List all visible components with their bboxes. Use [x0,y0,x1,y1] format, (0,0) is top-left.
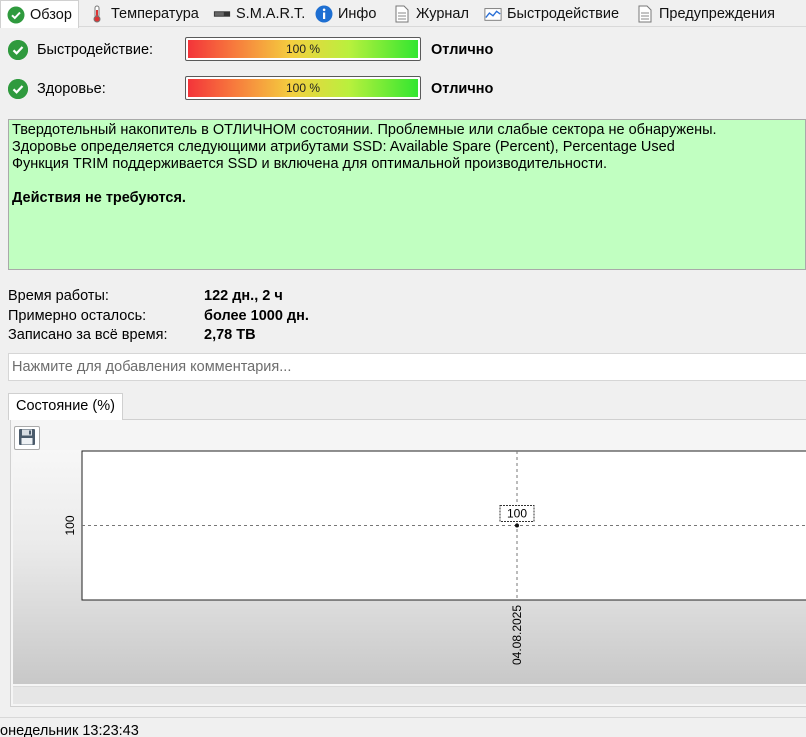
tab-strip: Обзор Температура S.M.A.R.T. Инфо Журнал [0,0,806,28]
document-icon [393,5,411,23]
chart-area: 100 04.08.2025 100 [13,450,806,684]
remaining-value: более 1000 дн. [204,308,309,324]
status-line: Твердотельный накопитель в ОТЛИЧНОМ сост… [12,122,717,138]
health-percent: 100 % [285,81,321,95]
status-message-box: Твердотельный накопитель в ОТЛИЧНОМ сост… [8,119,806,270]
drive-icon [213,5,231,23]
tab-health-chart[interactable]: Состояние (%) [8,393,123,420]
save-button[interactable] [14,426,40,450]
tab-label: Быстродействие [507,6,620,22]
tab-label: S.M.A.R.T. [236,6,306,22]
performance-status: Отлично [431,42,494,58]
data-point [515,523,519,528]
uptime-label: Время работы: [8,288,109,304]
tab-performance[interactable]: Быстродействие [478,1,625,27]
chart-icon [484,5,502,23]
health-label: Здоровье: [37,81,106,97]
tab-temperature[interactable]: Температура [82,1,205,27]
tab-overview[interactable]: Обзор [0,0,79,28]
tab-info[interactable]: Инфо [309,1,382,27]
performance-bar: 100 % [185,37,421,61]
status-action: Действия не требуются. [12,190,186,206]
tab-label: Журнал [416,6,469,22]
performance-label: Быстродействие: [37,42,154,58]
status-bar: онедельник 13:23:43 [0,717,806,737]
performance-percent: 100 % [285,42,321,56]
y-tick-label: 100 [63,515,77,535]
tab-label: Предупреждения [659,6,775,22]
tab-warnings[interactable]: Предупреждения [630,1,781,27]
x-tick-label: 04.08.2025 [510,605,524,665]
health-chart: 100 04.08.2025 100 [63,450,806,665]
tab-label: Обзор [30,6,72,23]
tab-label: Температура [111,6,199,22]
health-bar: 100 % [185,76,421,100]
document-icon [636,5,654,23]
app-window: Обзор Температура S.M.A.R.T. Инфо Журнал [0,0,806,737]
check-icon [8,79,28,99]
check-icon [8,40,28,60]
written-value: 2,78 TB [204,327,256,343]
tab-smart[interactable]: S.M.A.R.T. [207,1,311,27]
health-status: Отлично [431,81,494,97]
written-label: Записано за всё время: [8,327,168,343]
comment-input[interactable]: Нажмите для добавления комментария... [8,353,806,381]
status-time: онедельник 13:23:43 [0,723,139,737]
tab-journal[interactable]: Журнал [387,1,475,27]
thermometer-icon [88,5,106,23]
check-icon [7,6,25,24]
remaining-label: Примерно осталось: [8,308,147,324]
tab-label: Инфо [338,6,377,22]
chart-panel: 100 04.08.2025 100 [10,419,806,707]
uptime-value: 122 дн., 2 ч [204,288,283,304]
status-line: Функция TRIM поддерживается SSD и включе… [12,156,607,172]
info-icon [315,5,333,23]
overview-panel: Быстродействие: 100 % Отлично Здоровье: … [0,27,806,717]
status-line: Здоровье определяется следующими атрибут… [12,139,675,155]
chart-scrollbar[interactable] [13,686,806,704]
floppy-disk-icon [18,428,36,449]
data-label: 100 [507,507,527,521]
